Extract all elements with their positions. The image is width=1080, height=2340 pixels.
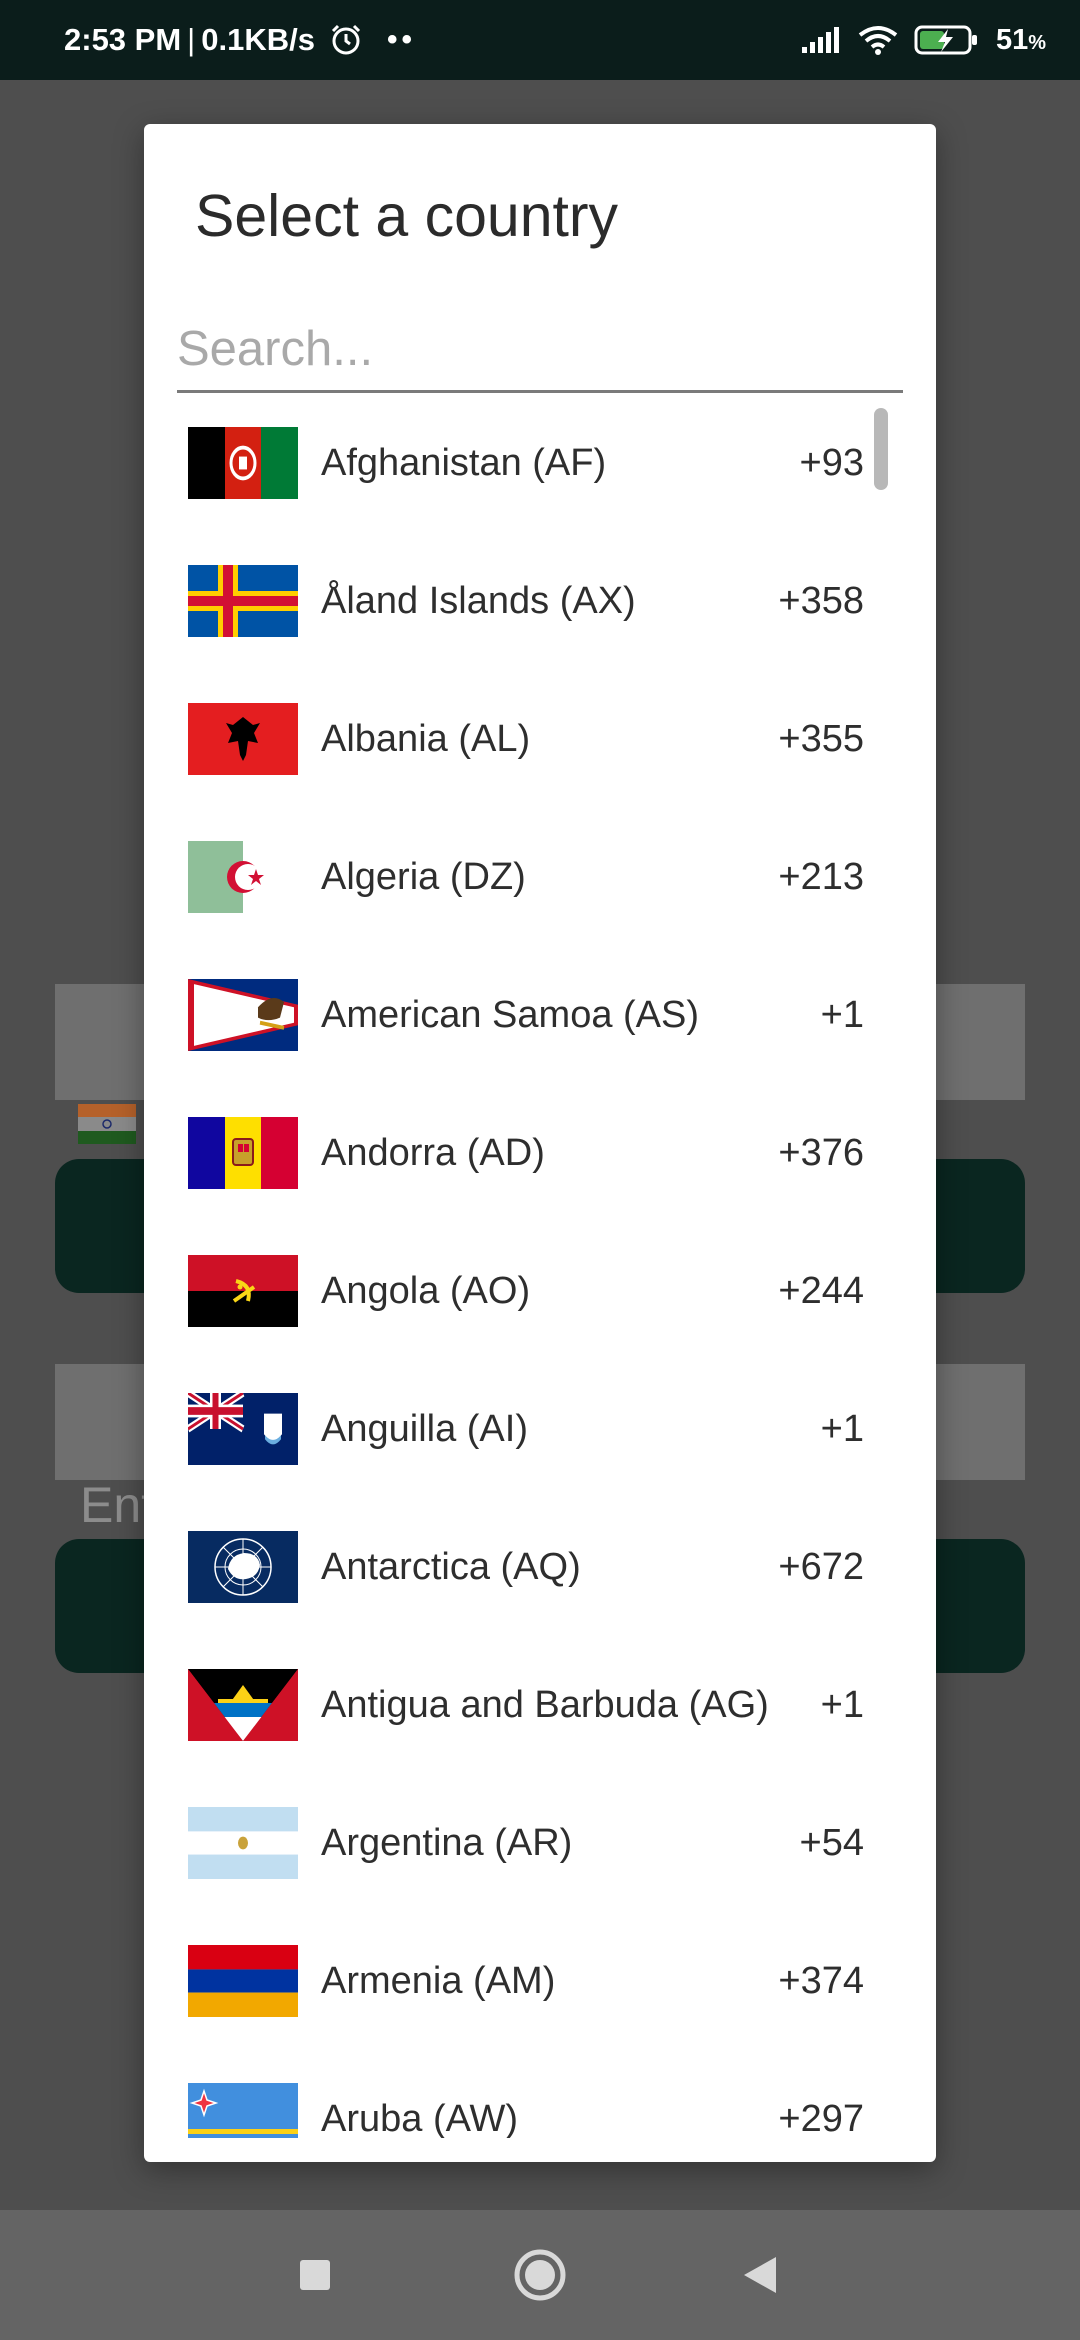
country-name: Argentina (AR) (321, 1821, 573, 1864)
recents-button[interactable] (255, 2210, 375, 2340)
dial-code: +297 (778, 2097, 864, 2139)
country-row[interactable]: Antigua and Barbuda (AG) +1 (144, 1636, 936, 1774)
country-row[interactable]: Afghanistan (AF) +93 (144, 394, 936, 532)
status-separator: | (187, 22, 196, 57)
dial-code: +672 (778, 1545, 864, 1588)
country-name: Armenia (AM) (321, 1959, 556, 2002)
country-list[interactable]: Afghanistan (AF) +93 Åland Islands (AX) … (144, 394, 936, 2138)
country-row[interactable]: Aruba (AW) +297 (144, 2050, 936, 2138)
country-name: Algeria (DZ) (321, 855, 526, 898)
dial-code: +358 (778, 579, 864, 622)
battery-percent: 51% (995, 23, 1046, 56)
battery-charging-icon (914, 25, 977, 55)
aruba-flag-icon (188, 2083, 298, 2138)
angola-flag-icon (188, 1255, 298, 1327)
back-triangle-icon (744, 2257, 776, 2293)
country-row[interactable]: Andorra (AD) +376 (144, 1084, 936, 1222)
recents-square-icon (300, 2260, 330, 2290)
antigua-and-barbuda-flag-icon (188, 1669, 298, 1741)
country-row[interactable]: Åland Islands (AX) +358 (144, 532, 936, 670)
status-bar: 2:53 PM | 0.1KB/s •• 51% (0, 0, 1080, 80)
search-input[interactable] (177, 314, 903, 393)
country-name: Andorra (AD) (321, 1131, 545, 1174)
country-name: American Samoa (AS) (321, 993, 700, 1036)
aland-islands-flag-icon (188, 565, 298, 637)
dial-code: +1 (820, 1683, 864, 1726)
antarctica-flag-icon (188, 1531, 298, 1603)
country-name: Albania (AL) (321, 717, 531, 760)
country-row[interactable]: Anguilla (AI) +1 (144, 1360, 936, 1498)
country-row[interactable]: American Samoa (AS) +1 (144, 946, 936, 1084)
country-row[interactable]: Algeria (DZ) +213 (144, 808, 936, 946)
country-name: Anguilla (AI) (321, 1407, 528, 1450)
armenia-flag-icon (188, 1945, 298, 2017)
american-samoa-flag-icon (188, 979, 298, 1051)
andorra-flag-icon (188, 1117, 298, 1189)
dial-code: +93 (799, 441, 864, 484)
country-row[interactable]: Argentina (AR) +54 (144, 1774, 936, 1912)
country-name: Åland Islands (AX) (321, 579, 636, 622)
dial-code: +374 (778, 1959, 864, 2002)
home-button[interactable] (480, 2210, 600, 2340)
back-button[interactable] (700, 2210, 820, 2340)
dial-code: +1 (820, 1407, 864, 1450)
status-more-dots: •• (386, 23, 416, 56)
anguilla-flag-icon (188, 1393, 298, 1465)
albania-flag-icon (188, 703, 298, 775)
country-name: Afghanistan (AF) (321, 441, 607, 484)
country-row[interactable]: Antarctica (AQ) +672 (144, 1498, 936, 1636)
dial-code: +355 (778, 717, 864, 760)
country-name: Antarctica (AQ) (321, 1545, 581, 1588)
wifi-icon (858, 26, 898, 55)
navigation-bar (0, 2210, 1080, 2340)
country-row[interactable]: Albania (AL) +355 (144, 670, 936, 808)
signal-icon (801, 27, 839, 53)
dial-code: +376 (778, 1131, 864, 1174)
dial-code: +244 (778, 1269, 864, 1312)
dialog-title: Select a country (195, 183, 619, 249)
country-name: Angola (AO) (321, 1269, 531, 1312)
status-left: 2:53 PM | 0.1KB/s •• (64, 0, 416, 80)
country-name: Aruba (AW) (321, 2097, 519, 2139)
alarm-icon (331, 24, 361, 55)
country-row[interactable]: Angola (AO) +244 (144, 1222, 936, 1360)
argentina-flag-icon (188, 1807, 298, 1879)
country-row[interactable]: Armenia (AM) +374 (144, 1912, 936, 2050)
dial-code: +54 (799, 1821, 864, 1864)
dial-code: +213 (778, 855, 864, 898)
algeria-flag-icon (188, 841, 298, 913)
dial-code: +1 (820, 993, 864, 1036)
country-name: Antigua and Barbuda (AG) (321, 1683, 769, 1726)
india-flag-icon (78, 1104, 136, 1144)
afghanistan-flag-icon (188, 427, 298, 499)
country-picker-dialog: Select a country Afghanistan (AF) +93 (144, 124, 936, 2162)
status-network-speed: 0.1KB/s (201, 22, 315, 57)
status-time: 2:53 PM (64, 22, 182, 57)
status-right: 51% (800, 0, 1046, 80)
home-circle-icon (514, 2249, 566, 2301)
